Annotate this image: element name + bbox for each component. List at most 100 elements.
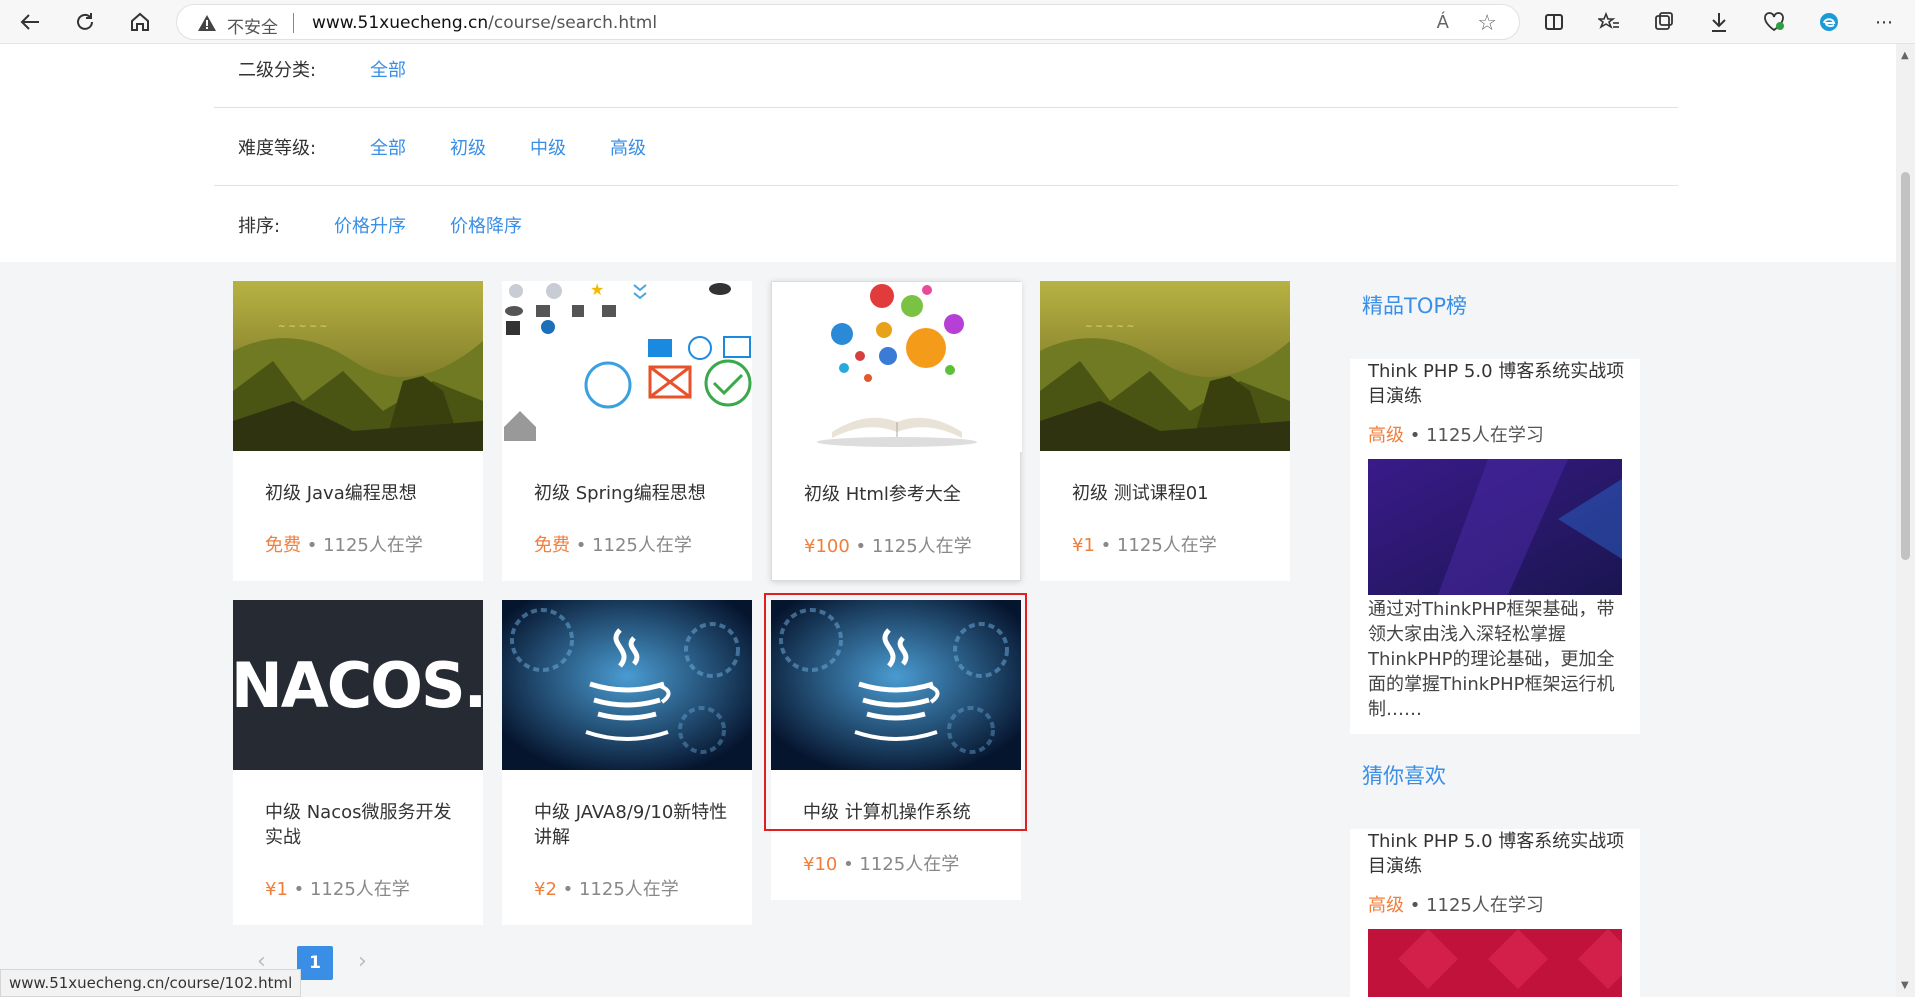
url-text[interactable]: www.51xuecheng.cn/course/search.html [312, 13, 657, 33]
course-price: ¥100 [804, 536, 850, 557]
course-meta: ¥10 • 1125人在学 [803, 850, 959, 876]
difficulty-advanced[interactable]: 高级 [610, 134, 646, 160]
scroll-down-arrow-icon[interactable]: ▼ [1901, 980, 1909, 991]
sort-price-asc[interactable]: 价格升序 [334, 212, 406, 238]
course-title[interactable]: 初级 测试课程01 [1072, 481, 1272, 506]
sort-row: 排序: 价格升序 价格降序 [214, 186, 1678, 264]
pagination-next[interactable]: › [358, 949, 367, 974]
course-meta: 免费 • 1125人在学 [265, 531, 423, 557]
favorites-icon[interactable] [1593, 6, 1625, 38]
top-course-image[interactable] [1368, 459, 1622, 595]
scrollbar-thumb[interactable] [1901, 172, 1910, 560]
back-arrow-icon[interactable] [14, 6, 46, 38]
top-ranking-card[interactable]: Think PHP 5.0 博客系统实战项目演练 高级 • 1125人在学习 通… [1350, 359, 1640, 734]
course-thumbnail-book [772, 282, 1022, 452]
split-screen-icon[interactable] [1538, 6, 1570, 38]
difficulty-intermediate[interactable]: 中级 [530, 134, 566, 160]
top-course-title[interactable]: Think PHP 5.0 博客系统实战项目演练 [1368, 359, 1633, 409]
course-meta: ¥100 • 1125人在学 [804, 532, 972, 558]
course-thumbnail-java [502, 600, 752, 770]
browser-essentials-icon[interactable] [1758, 6, 1790, 38]
selection-highlight-box [764, 593, 1027, 831]
favorite-star-icon[interactable]: ☆ [1477, 11, 1497, 36]
browser-toolbar: 不安全 www.51xuecheng.cn/course/search.html… [0, 0, 1915, 44]
meta-separator: • [301, 535, 324, 556]
course-learners: 1125人在学 [323, 535, 423, 556]
course-title[interactable]: 中级 JAVA8/9/10新特性讲解 [534, 800, 734, 850]
course-title[interactable]: 初级 Html参考大全 [804, 482, 1004, 507]
course-meta: 免费 • 1125人在学 [534, 531, 692, 557]
course-price: 免费 [265, 535, 301, 556]
secondary-category-row: 二级分类: 全部 [214, 44, 1678, 108]
guess-course-meta: 高级 • 1125人在学习 [1368, 891, 1544, 917]
edge-extension-icon[interactable] [1813, 6, 1845, 38]
top-course-learners: 1125人在学习 [1426, 425, 1544, 446]
vertical-scrollbar[interactable]: ▲ ▼ [1896, 44, 1915, 997]
sort-price-desc[interactable]: 价格降序 [450, 212, 522, 238]
home-icon[interactable] [124, 6, 156, 38]
difficulty-label: 难度等级: [238, 138, 317, 159]
page-content: 二级分类: 全部 难度等级: 全部 初级 中级 高级 排序: 价格升序 价格降序 [0, 44, 1896, 997]
meta-separator: • [570, 535, 593, 556]
meta-separator: • [556, 879, 579, 900]
sort-label: 排序: [238, 216, 281, 237]
difficulty-beginner[interactable]: 初级 [450, 134, 486, 160]
more-menu-icon[interactable]: ⋯ [1868, 6, 1900, 38]
top-course-meta: 高级 • 1125人在学习 [1368, 421, 1544, 447]
course-card[interactable]: ★ 初级 Spring编程思想 免费 • 1125人在学 [502, 281, 752, 581]
course-learners: 1125人在学 [859, 854, 960, 875]
top-ranking-title: 精品TOP榜 [1362, 294, 1468, 318]
course-title[interactable]: 初级 Java编程思想 [265, 481, 465, 506]
top-course-description: 通过对ThinkPHP框架基础，带领大家由浅入深轻松掌握ThinkPHP的理论基… [1368, 599, 1615, 720]
difficulty-row: 难度等级: 全部 初级 中级 高级 [214, 108, 1678, 186]
warning-icon [198, 15, 216, 31]
pagination-current-page[interactable]: 1 [297, 946, 333, 980]
course-card[interactable]: ~ ~ ~ ~ ~ 初级 测试课程01 ¥1 • 1125人在学 [1040, 281, 1290, 581]
course-learners: 1125人在学 [578, 879, 679, 900]
insecure-label[interactable]: 不安全 [227, 13, 278, 38]
difficulty-all[interactable]: 全部 [370, 134, 406, 160]
meta-separator: • [1404, 895, 1427, 916]
secondary-category-all[interactable]: 全部 [370, 56, 406, 82]
collections-icon[interactable] [1648, 6, 1680, 38]
guess-you-like-title: 猜你喜欢 [1362, 764, 1446, 788]
meta-separator: • [1094, 535, 1117, 556]
read-aloud-icon[interactable]: Á [1437, 12, 1449, 33]
course-card[interactable]: 中级 JAVA8/9/10新特性讲解 ¥2 • 1125人在学 [502, 600, 752, 925]
course-price: ¥10 [803, 854, 838, 875]
top-course-level: 高级 [1368, 425, 1404, 446]
address-separator [293, 13, 294, 33]
meta-separator: • [837, 854, 860, 875]
course-price: ¥2 [534, 879, 557, 900]
course-price: ¥1 [1072, 535, 1095, 556]
svg-text:★: ★ [590, 281, 604, 299]
course-card[interactable]: 初级 Html参考大全 ¥100 • 1125人在学 [771, 281, 1022, 581]
course-thumbnail-nacos: NACOS. [233, 600, 483, 770]
meta-separator: • [1404, 425, 1427, 446]
course-meta: ¥2 • 1125人在学 [534, 875, 679, 901]
course-title[interactable]: 初级 Spring编程思想 [534, 481, 734, 506]
nacos-logo-text: NACOS. [233, 648, 483, 722]
course-thumbnail-mountain: ~ ~ ~ ~ ~ [233, 281, 483, 451]
course-learners: 1125人在学 [1116, 535, 1217, 556]
course-price: ¥1 [265, 879, 288, 900]
course-thumbnail-icons: ★ [502, 281, 752, 451]
url-path: /course/search.html [488, 13, 658, 33]
refresh-icon[interactable] [69, 6, 101, 38]
course-title[interactable]: 中级 Nacos微服务开发实战 [265, 800, 465, 850]
guess-course-level: 高级 [1368, 895, 1404, 916]
status-bar-url: www.51xuecheng.cn/course/102.html [0, 969, 302, 997]
url-host: www.51xuecheng.cn [312, 13, 489, 33]
course-thumbnail-mountain: ~ ~ ~ ~ ~ [1040, 281, 1290, 451]
course-card[interactable]: ~ ~ ~ ~ ~ 初级 Java编程思想 免费 • 1125人在学 [233, 281, 483, 581]
guess-course-image[interactable] [1368, 929, 1622, 997]
download-icon[interactable] [1703, 6, 1735, 38]
scroll-up-arrow-icon[interactable]: ▲ [1901, 50, 1909, 61]
course-card[interactable]: NACOS. 中级 Nacos微服务开发实战 ¥1 • 1125人在学 [233, 600, 483, 925]
address-bar[interactable]: 不安全 www.51xuecheng.cn/course/search.html… [176, 4, 1520, 40]
course-price: 免费 [534, 535, 570, 556]
filter-panel: 二级分类: 全部 难度等级: 全部 初级 中级 高级 排序: 价格升序 价格降序 [0, 44, 1896, 262]
svg-text:~ ~ ~ ~ ~: ~ ~ ~ ~ ~ [278, 322, 327, 332]
guess-course-title[interactable]: Think PHP 5.0 博客系统实战项目演练 [1368, 829, 1633, 879]
guess-you-like-card[interactable]: Think PHP 5.0 博客系统实战项目演练 高级 • 1125人在学习 [1350, 829, 1640, 997]
